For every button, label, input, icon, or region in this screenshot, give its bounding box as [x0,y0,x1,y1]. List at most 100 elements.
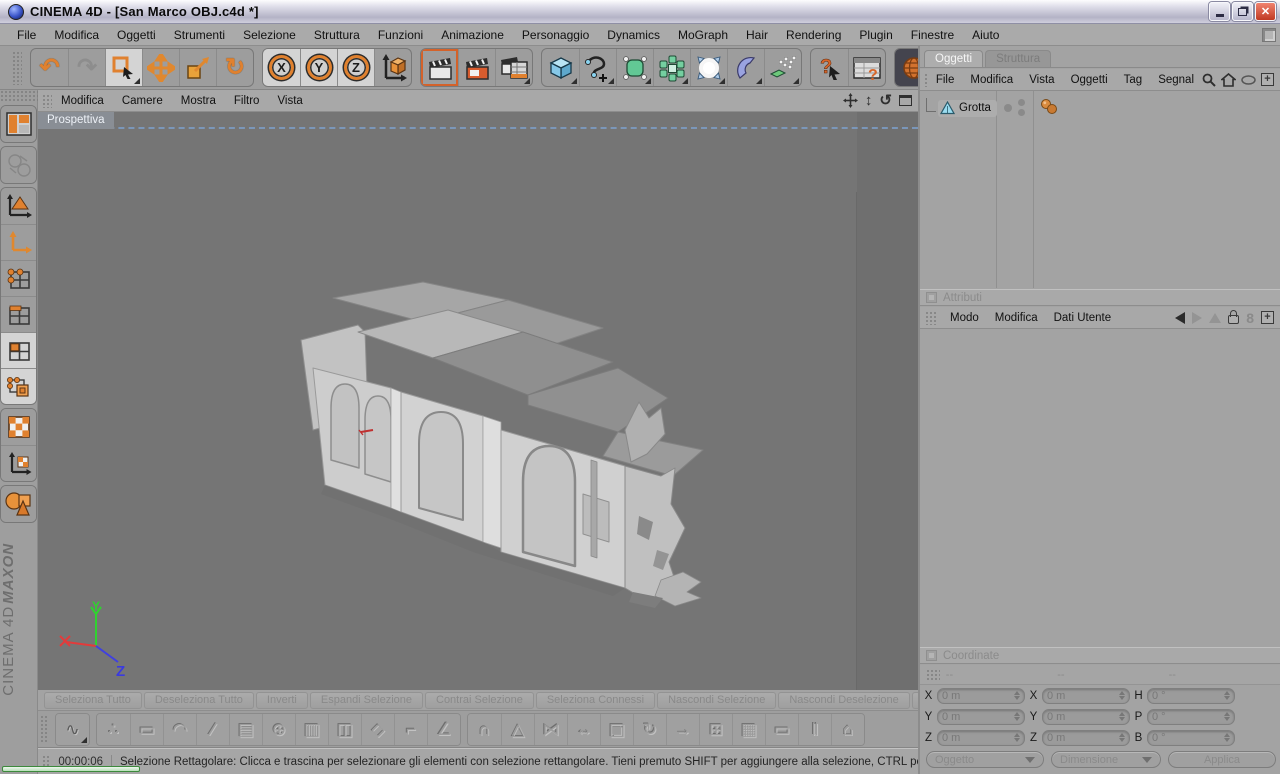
menu-file[interactable]: File [8,26,45,44]
menu-dynamics[interactable]: Dynamics [598,26,669,44]
tab-oggetti[interactable]: Oggetti [924,50,984,67]
visibility-toggles[interactable] [1002,97,1030,119]
coord-grip[interactable] [926,668,940,681]
pos-y-field[interactable]: 0 m [937,708,1025,725]
menu-modifica[interactable]: Modifica [45,26,108,44]
add-primitive-cube-button[interactable] [542,49,579,86]
object-row-grotta[interactable]: Grotta [920,97,1280,119]
structure-tool-04[interactable]: ◠ [163,713,196,745]
parent-up-icon[interactable] [1209,312,1222,323]
nascondi-deselezione-button[interactable]: Nascondi Deselezione [778,691,910,709]
rot-p-field[interactable]: 0 ° [1147,708,1235,725]
seleziona-tutto-button[interactable]: Seleziona Tutto [44,691,142,709]
spinner-icon[interactable] [1014,691,1020,700]
structure-tool-16[interactable]: ↔ [567,713,600,745]
tag-cell[interactable] [1040,99,1060,120]
search-icon[interactable] [1202,73,1216,87]
structure-tool-10[interactable]: ◇ [361,713,394,745]
render-picture-viewer-button[interactable] [458,49,495,86]
rot-h-field[interactable]: 0 ° [1147,687,1235,704]
structure-tool-18[interactable]: ↻ [633,713,666,745]
restore-button[interactable] [1232,2,1253,21]
apply-button[interactable]: Applica [1168,751,1276,768]
panel-box-icon[interactable] [926,292,937,303]
seleziona-connessi-button[interactable]: Seleziona Connessi [535,691,656,709]
enable-dot-icon[interactable] [1004,104,1012,112]
editor-visibility-dot-icon[interactable] [1018,99,1025,106]
structure-tool-20[interactable]: ⊞ [699,713,732,745]
move-tool[interactable] [142,49,179,86]
texture-axis-mode-button[interactable] [1,445,36,481]
vp-menu-filtro[interactable]: Filtro [225,93,269,109]
attr-menu-modifica[interactable]: Modifica [987,310,1046,326]
inverti-button[interactable]: Inverti [255,691,308,709]
structure-tool-06[interactable]: ▤ [229,713,262,745]
structure-tool-24[interactable]: ⌂ [831,713,864,745]
structure-tool-05[interactable]: ∕ [196,713,229,745]
add-array-button[interactable] [653,49,690,86]
expand-plus-icon[interactable]: + [1261,73,1274,86]
history-back-icon[interactable] [1175,311,1186,324]
om-menu-modifica[interactable]: Modifica [962,72,1021,88]
toolbar-grip[interactable] [12,50,22,85]
attr-menu-dati-utente[interactable]: Dati Utente [1046,310,1120,326]
attr-grip[interactable] [925,310,937,325]
render-settings-button[interactable] [495,49,532,86]
object-axis-mode-button[interactable] [1,224,36,260]
structure-tool-15[interactable]: ⋈ [534,713,567,745]
om-menu-oggetti[interactable]: Oggetti [1063,72,1116,88]
animation-objects-button[interactable] [1,486,36,522]
uv-mode-button[interactable] [1,368,36,404]
menu-animazione[interactable]: Animazione [432,26,513,44]
contrai-selezione-button[interactable]: Contrai Selezione [425,691,534,709]
mostra-tutto-button[interactable]: Mostra Tutto [911,691,918,709]
menu-selezione[interactable]: Selezione [234,26,305,44]
menu-funzioni[interactable]: Funzioni [369,26,432,44]
edges-mode-button[interactable] [1,296,36,332]
panel-box-icon[interactable] [926,650,937,661]
layout-switch-button[interactable] [1,106,36,142]
structure-tool-19[interactable]: → [666,713,699,745]
size-x-field[interactable]: 0 m [1042,687,1130,704]
lock-icon[interactable] [1228,310,1240,324]
axis-lock-y[interactable]: Y [300,49,337,86]
spinner-icon[interactable] [1224,691,1230,700]
vp-menu-mostra[interactable]: Mostra [172,93,225,109]
structure-tool-22[interactable]: ▭ [765,713,798,745]
espandi-selezione-button[interactable]: Espandi Selezione [309,691,423,709]
view-label[interactable]: Prospettiva [38,112,114,129]
structure-tool-07[interactable]: ⊕ [262,713,295,745]
model-mode-button[interactable] [1,188,36,224]
attr-expand-plus-icon[interactable]: + [1261,311,1274,324]
tab-struttura[interactable]: Struttura [985,50,1052,67]
eye-icon[interactable] [1241,74,1256,85]
help-button[interactable]: ? [811,49,848,86]
size-y-field[interactable]: 0 m [1042,708,1130,725]
structure-tool-14[interactable]: △ [501,713,534,745]
viewport-menubar-grip[interactable] [42,93,52,108]
points-mode-button[interactable] [1,260,36,296]
deseleziona-tutto-button[interactable]: Deseleziona Tutto [143,691,254,709]
structure-tool-13[interactable]: ∩ [468,713,501,745]
pos-z-field[interactable]: 0 m [937,729,1025,746]
add-spline-button[interactable] [579,49,616,86]
spinner-icon[interactable] [1119,733,1125,742]
menu-rendering[interactable]: Rendering [777,26,850,44]
spinner-icon[interactable] [1224,712,1230,721]
axis-lock-x[interactable]: X [263,49,300,86]
maximize-view-icon[interactable] [899,95,912,106]
window-layout-icon[interactable] [1262,28,1276,42]
undo-button[interactable]: ↶ [31,49,68,86]
redo-button[interactable]: ↷ [68,49,105,86]
menu-mograph[interactable]: MoGraph [669,26,737,44]
left-column-grip[interactable] [0,90,38,102]
history-forward-icon[interactable] [1192,311,1203,324]
structure-tool-12[interactable]: ∠ [427,713,460,745]
coord-mode-dropdown[interactable]: Oggetto [926,751,1044,768]
render-visibility-dot-icon[interactable] [1018,109,1025,116]
structure-tool-21[interactable]: ▦ [732,713,765,745]
spinner-icon[interactable] [1014,733,1020,742]
spinner-icon[interactable] [1014,712,1020,721]
nascondi-selezione-button[interactable]: Nascondi Selezione [657,691,777,709]
attr-menu-modo[interactable]: Modo [942,310,987,326]
